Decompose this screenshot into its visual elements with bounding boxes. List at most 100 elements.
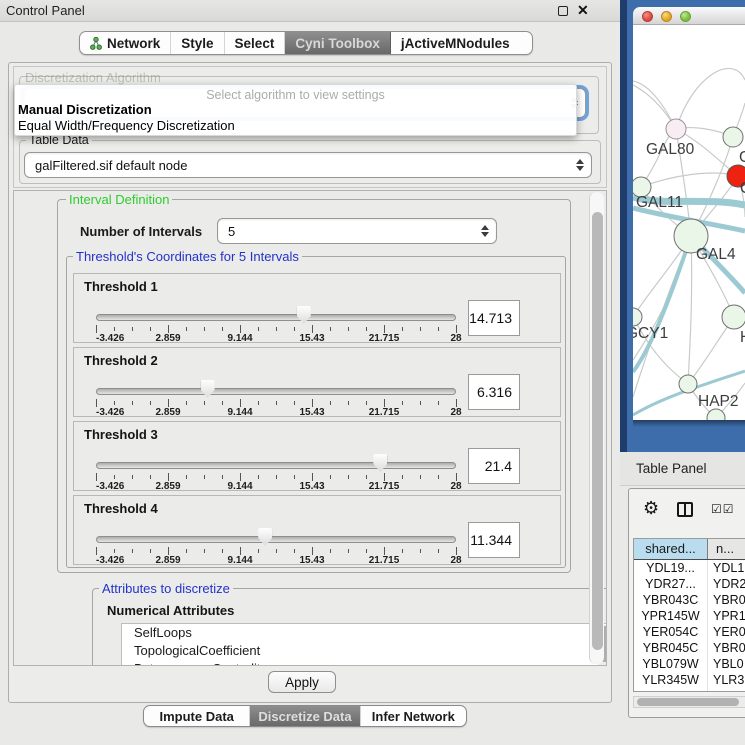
node-gal80[interactable]	[666, 119, 686, 139]
shared-name-cell[interactable]: YER054C	[634, 624, 708, 640]
column-header-shared-name[interactable]: shared...	[634, 539, 708, 559]
panel-scrollbar-thumb[interactable]	[592, 212, 603, 650]
select-columns-checkboxes-icon[interactable]: ☑☑	[711, 502, 735, 516]
tab-impute-data[interactable]: Impute Data	[144, 706, 250, 726]
zoom-traffic-light-icon[interactable]	[680, 11, 691, 22]
app-root: Control Panel ✕ Network Style Select Cyni T…	[0, 0, 745, 745]
shared-name-cell[interactable]: YPR145W	[634, 608, 708, 624]
name-cell[interactable]: YER0	[708, 624, 745, 640]
table-row[interactable]: YPR145WYPR1	[634, 608, 745, 624]
node-label-partial-g: G	[739, 149, 745, 167]
table-row[interactable]: YBR045CYBR0	[634, 640, 745, 656]
shared-name-cell[interactable]: YLR345W	[634, 672, 708, 688]
name-cell[interactable]: YDL1	[708, 560, 745, 576]
table-row[interactable]: YDR27...YDR2	[634, 576, 745, 592]
tab-style[interactable]: Style	[171, 32, 224, 54]
name-cell[interactable]: YPR1	[708, 608, 745, 624]
slider-track[interactable]	[96, 462, 456, 469]
shared-name-cell[interactable]: YBL079W	[634, 656, 708, 672]
tab-cyni-toolbox[interactable]: Cyni Toolbox	[285, 32, 391, 54]
dropdown-option[interactable]: Manual Discretization	[18, 102, 152, 117]
table-row[interactable]: YBR043CYBR0	[634, 592, 745, 608]
slider-thumb[interactable]	[297, 306, 311, 324]
node-gcy1[interactable]	[633, 308, 642, 326]
panel-scrollbar[interactable]	[589, 192, 604, 664]
name-cell[interactable]: YLR3	[708, 672, 745, 688]
network-window-titlebar[interactable]	[633, 7, 745, 25]
threshold-value-field[interactable]: 6.316	[468, 374, 520, 410]
attribute-item[interactable]: TopologicalCoefficient	[122, 642, 607, 660]
slider-track[interactable]	[96, 388, 456, 395]
node-hap2[interactable]	[679, 375, 697, 393]
node-partial-top-right[interactable]	[723, 127, 743, 147]
shared-name-cell[interactable]: YBR045C	[634, 640, 708, 656]
name-cell[interactable]: YIL0	[708, 688, 745, 692]
close-icon[interactable]: ✕	[577, 2, 589, 19]
slider-scale-labels: -3.4262.8599.14415.4321.71528	[96, 555, 456, 566]
slider-track[interactable]	[96, 314, 456, 321]
table-panel: ⚙ ☑☑ shared... n... YDL19...YDL1YDR27...…	[628, 488, 745, 718]
tab-label: Style	[181, 36, 213, 51]
gear-icon[interactable]: ⚙	[643, 498, 659, 519]
slider-thumb[interactable]	[258, 528, 272, 546]
slider-thumb[interactable]	[201, 380, 215, 398]
table-panel-title: Table Panel	[636, 461, 707, 476]
table-horizontal-scrollbar[interactable]	[633, 696, 745, 708]
slider-scale-labels: -3.4262.8599.14415.4321.71528	[96, 481, 456, 492]
dropdown-option[interactable]: Equal Width/Frequency Discretization	[18, 118, 235, 133]
close-traffic-light-icon[interactable]	[642, 11, 653, 22]
columns-icon[interactable]	[677, 502, 693, 517]
node-label-partial-h: H	[740, 329, 745, 347]
tab-discretize-data[interactable]: Discretize Data	[250, 706, 360, 726]
tab-infer-network[interactable]: Infer Network	[361, 706, 466, 726]
slider-thumb[interactable]	[373, 454, 387, 472]
shared-name-cell[interactable]: YDR27...	[634, 576, 708, 592]
number-of-intervals-value: 5	[228, 224, 235, 239]
tab-label: Network	[107, 36, 160, 51]
column-header-name[interactable]: n...	[708, 539, 745, 559]
tab-select[interactable]: Select	[225, 32, 286, 54]
shared-name-cell[interactable]: YIL052C	[634, 688, 708, 692]
slider-track[interactable]	[96, 536, 456, 543]
name-cell[interactable]: YDR2	[708, 576, 745, 592]
node-label-hap2: HAP2	[698, 393, 739, 411]
attribute-item[interactable]: BetweennessCentrality	[122, 660, 607, 666]
shared-name-cell[interactable]: YBR043C	[634, 592, 708, 608]
threshold-value-field[interactable]: 11.344	[468, 522, 520, 558]
float-window-icon[interactable]	[558, 6, 568, 16]
tab-jactivemnodules[interactable]: jActiveMNodules	[391, 32, 520, 54]
minimize-traffic-light-icon[interactable]	[661, 11, 672, 22]
apply-button[interactable]: Apply	[268, 671, 336, 693]
table-row[interactable]: YBL079WYBL0	[634, 656, 745, 672]
attributes-group: Attributes to discretize Numerical Attri…	[92, 588, 607, 666]
table-row[interactable]: YDL19...YDL1	[634, 560, 745, 576]
threshold-value-field[interactable]: 21.4	[468, 448, 520, 484]
attribute-item[interactable]: SelfLoops	[122, 624, 607, 642]
table-row[interactable]: YER054CYER0	[634, 624, 745, 640]
table-row[interactable]: YLR345WYLR3	[634, 672, 745, 688]
control-panel-title: Control Panel	[6, 3, 85, 18]
table-data-combobox[interactable]: galFiltered.sif default node	[24, 152, 592, 178]
interval-definition-label: Interval Definition	[66, 192, 172, 207]
number-of-intervals-combobox[interactable]: 5	[217, 218, 497, 244]
tab-label: jActiveMNodules	[401, 36, 510, 51]
network-icon	[90, 37, 102, 50]
name-cell[interactable]: YBL0	[708, 656, 745, 672]
table-header: shared... n...	[634, 539, 745, 560]
name-cell[interactable]: YBR0	[708, 592, 745, 608]
table-horizontal-scrollbar-thumb[interactable]	[637, 698, 739, 706]
threshold-row: Threshold 2-3.4262.8599.14415.4321.71528…	[73, 347, 561, 417]
node-right-middle[interactable]	[722, 305, 745, 329]
network-canvas[interactable]: GAL80 GAL11 GAL4 GCY1 HAP2 G C H	[633, 25, 745, 420]
numerical-attributes-list[interactable]: SelfLoopsTopologicalCoefficientBetweenne…	[121, 623, 607, 666]
name-cell[interactable]: YBR0	[708, 640, 745, 656]
bottom-tabbar: Impute DataDiscretize DataInfer Network	[143, 705, 467, 727]
shared-name-cell[interactable]: YDL19...	[634, 560, 708, 576]
table-row[interactable]: YIL052CYIL0	[634, 688, 745, 692]
tab-label: Cyni Toolbox	[295, 36, 380, 51]
tab-network[interactable]: Network	[80, 32, 171, 54]
table-toolbar: ⚙ ☑☑	[629, 495, 745, 527]
threshold-value-field[interactable]: 14.713	[468, 300, 520, 336]
tab-label: Select	[235, 36, 275, 51]
attributes-group-label: Attributes to discretize	[99, 581, 233, 596]
